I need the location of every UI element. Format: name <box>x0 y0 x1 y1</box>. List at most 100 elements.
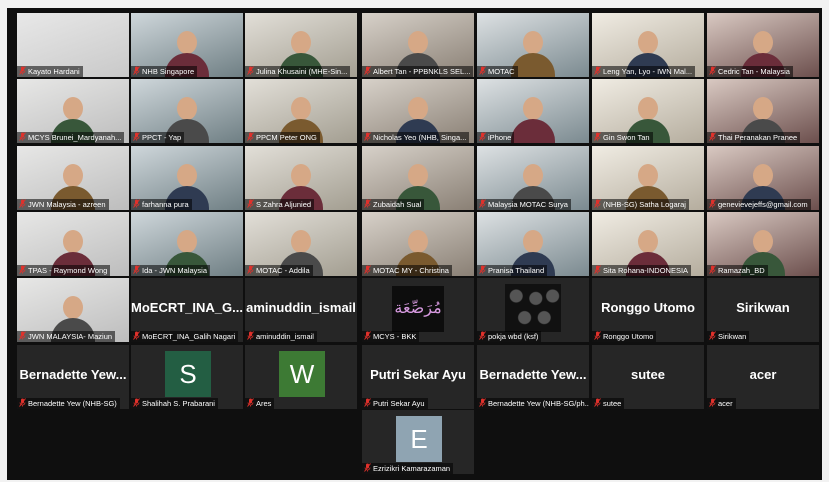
participant-tile[interactable]: Cedric Tan - Malaysia <box>707 13 819 77</box>
participant-tile[interactable]: S Shalihah S. Prabarani <box>131 345 243 409</box>
participant-tile[interactable]: S Zahra Aljunied <box>245 146 357 210</box>
participant-name: MOTAC <box>488 67 515 76</box>
participant-nameplate: Thai Peranakan Pranee <box>707 132 801 143</box>
participant-display-name: acer <box>749 367 777 382</box>
participant-tile[interactable]: JWN MALAYSIA- Maziun <box>17 278 129 342</box>
microphone-muted-icon <box>364 132 371 141</box>
participant-tile[interactable]: MOTAC <box>477 13 589 77</box>
participant-name: iPhone <box>488 133 512 142</box>
participant-tile[interactable]: pokja wbd (ksf) <box>477 278 589 342</box>
participant-tile[interactable]: Thai Peranakan Pranee <box>707 79 819 143</box>
participant-nameplate: pokja wbd (ksf) <box>477 331 542 342</box>
participant-nameplate: TPAS - Raymond Wong <box>17 265 111 276</box>
participant-name: farhanna pura <box>142 200 189 209</box>
participant-nameplate: PPCT - Yap <box>131 132 185 143</box>
participant-name: MoECRT_INA_Galih Nagari <box>142 332 236 341</box>
participant-nameplate: MOTAC <box>477 66 518 77</box>
participant-tile[interactable]: W Ares <box>245 345 357 409</box>
participant-tile[interactable]: Nicholas Yeo (NHB, Singa... <box>362 79 474 143</box>
participant-nameplate: JWN MALAYSIA- Maziun <box>17 331 116 342</box>
participant-tile[interactable]: MCYS Brunei_Mardyanah... <box>17 79 129 143</box>
participant-tile[interactable]: Ronggo Utomo Ronggo Utomo <box>592 278 704 342</box>
participant-tile[interactable]: Bernadette Yew... Bernadette Yew (NHB-SG) <box>17 345 129 409</box>
participant-tile[interactable]: acer acer <box>707 345 819 409</box>
participant-tile[interactable]: iPhone <box>477 79 589 143</box>
participant-tile[interactable]: Zubaidah Sual <box>362 146 474 210</box>
participant-name: Bernadette Yew (NHB-SG) <box>28 399 117 408</box>
participant-name: Thai Peranakan Pranee <box>718 133 798 142</box>
participant-tile[interactable]: MOTAC MY - Christina <box>362 212 474 276</box>
participant-nameplate: Zubaidah Sual <box>362 199 425 210</box>
participant-name: Malaysia MOTAC Surya <box>488 200 568 209</box>
participant-tile[interactable]: JWN Malaysia - azreen <box>17 146 129 210</box>
participant-tile[interactable]: aminuddin_ismail aminuddin_ismail <box>245 278 357 342</box>
participant-display-name: aminuddin_ismail <box>246 300 356 315</box>
participant-tile[interactable]: Sita Rohana-INDONESIA <box>592 212 704 276</box>
microphone-muted-icon <box>594 199 601 208</box>
participant-name: Zubaidah Sual <box>373 200 422 209</box>
participant-nameplate: Sirikwan <box>707 331 750 342</box>
participant-name: JWN Malaysia - azreen <box>28 200 106 209</box>
participant-nameplate: MOTAC MY - Christina <box>362 265 452 276</box>
microphone-muted-icon <box>364 463 371 472</box>
participant-tile[interactable]: MOTAC - Addila <box>245 212 357 276</box>
participant-nameplate: Albert Tan - PPBNKLS SEL... <box>362 66 474 77</box>
profile-image-calligraphy: مُرَصِّعَة <box>392 286 444 332</box>
participant-nameplate: MCYS - BKK <box>362 331 420 342</box>
participant-tile[interactable]: sutee sutee <box>592 345 704 409</box>
participant-name: Kayato Hardani <box>28 67 80 76</box>
participant-nameplate: Ares <box>245 398 275 409</box>
participant-tile[interactable]: Ida - JWN Malaysia <box>131 212 243 276</box>
participant-name: MOTAC - Addila <box>256 266 310 275</box>
participant-tile[interactable]: Julina Khusaini (MHE-Sin... <box>245 13 357 77</box>
participant-tile[interactable]: TPAS - Raymond Wong <box>17 212 129 276</box>
participant-tile[interactable]: Bernadette Yew... Bernadette Yew (NHB-SG/… <box>477 345 589 409</box>
participant-nameplate: PPCM Peter ONG <box>245 132 320 143</box>
participant-nameplate: JWN Malaysia - azreen <box>17 199 109 210</box>
participant-tile[interactable]: مُرَصِّعَة MCYS - BKK <box>362 278 474 342</box>
microphone-muted-icon <box>594 66 601 75</box>
participant-tile[interactable]: Albert Tan - PPBNKLS SEL... <box>362 13 474 77</box>
microphone-muted-icon <box>247 331 254 340</box>
participant-tile[interactable]: farhanna pura <box>131 146 243 210</box>
microphone-muted-icon <box>247 398 254 407</box>
participant-display-name: sutee <box>631 367 665 382</box>
participant-nameplate: S Zahra Aljunied <box>245 199 315 210</box>
participant-tile[interactable]: Kayato Hardani <box>17 13 129 77</box>
participant-display-name: Bernadette Yew... <box>19 367 127 382</box>
participant-name: pokja wbd (ksf) <box>488 332 539 341</box>
participant-nameplate: MOTAC - Addila <box>245 265 313 276</box>
participant-nameplate: sutee <box>592 398 625 409</box>
microphone-muted-icon <box>594 398 601 407</box>
participant-name: Putri Sekar Ayu <box>373 399 425 408</box>
participant-tile[interactable]: NHB Singapore <box>131 13 243 77</box>
participant-tile[interactable]: Gin Swon Tan <box>592 79 704 143</box>
participant-name: genevievejeffs@gmail.com <box>718 200 808 209</box>
microphone-muted-icon <box>247 265 254 274</box>
participant-tile[interactable]: genevievejeffs@gmail.com <box>707 146 819 210</box>
participant-tile[interactable]: PPCM Peter ONG <box>245 79 357 143</box>
participant-tile[interactable]: MoECRT_INA_G... MoECRT_INA_Galih Nagari <box>131 278 243 342</box>
participant-tile[interactable]: Leng Yan, Lyo - IWN Mal... <box>592 13 704 77</box>
microphone-muted-icon <box>479 199 486 208</box>
participant-nameplate: Sita Rohana-INDONESIA <box>592 265 692 276</box>
participant-tile[interactable]: Malaysia MOTAC Surya <box>477 146 589 210</box>
participant-tile[interactable]: Sirikwan Sirikwan <box>707 278 819 342</box>
participant-nameplate: Ronggo Utomo <box>592 331 657 342</box>
participant-tile[interactable]: Ramazah_BD <box>707 212 819 276</box>
participant-tile[interactable]: (NHB-SG) Satha Logaraj <box>592 146 704 210</box>
participant-name: Leng Yan, Lyo - IWN Mal... <box>603 67 693 76</box>
participant-nameplate: MoECRT_INA_Galih Nagari <box>131 331 239 342</box>
microphone-muted-icon <box>19 66 26 75</box>
microphone-muted-icon <box>479 398 486 407</box>
participant-name: NHB Singapore <box>142 67 195 76</box>
participant-tile[interactable]: Pranisa Thailand <box>477 212 589 276</box>
participant-tile[interactable]: Putri Sekar Ayu Putri Sekar Ayu <box>362 345 474 409</box>
participant-name: Ares <box>256 399 272 408</box>
participant-nameplate: Gin Swon Tan <box>592 132 653 143</box>
avatar-initial: E <box>396 416 442 462</box>
participant-display-name: Sirikwan <box>736 300 790 315</box>
participant-tile[interactable]: PPCT - Yap <box>131 79 243 143</box>
participant-display-name: Bernadette Yew... <box>479 367 587 382</box>
participant-tile[interactable]: E Ezrizikri Kamarazaman <box>362 410 474 474</box>
